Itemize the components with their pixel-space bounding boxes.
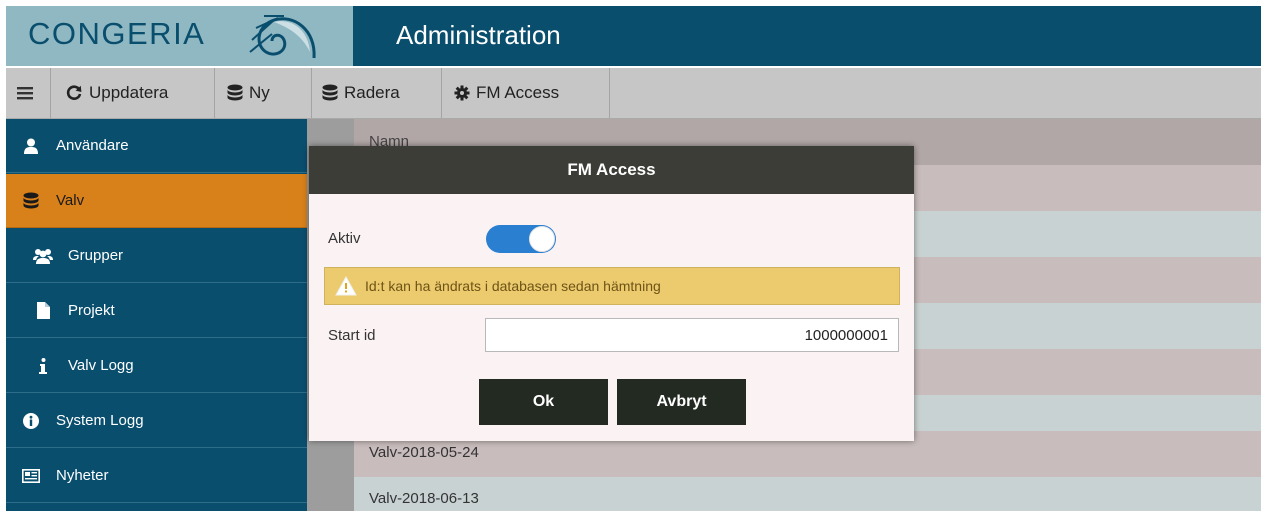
refresh-icon xyxy=(66,85,82,100)
header-bar: CONGERIA Administration xyxy=(6,6,1261,66)
active-toggle[interactable] xyxy=(486,225,556,253)
database-icon xyxy=(20,192,42,210)
table-row[interactable]: Valv-2018-06-13 xyxy=(354,477,1261,511)
file-icon xyxy=(32,302,54,319)
gear-icon xyxy=(454,85,470,101)
logo-text: CONGERIA xyxy=(28,16,206,51)
sidebar-item-vault-log[interactable]: Valv Logg xyxy=(6,339,307,393)
database-icon xyxy=(227,84,243,101)
delete-button[interactable]: Radera xyxy=(312,68,442,118)
fm-access-dialog: FM Access Aktiv Id:t kan ha ändrats i da… xyxy=(309,146,914,441)
hamburger-icon xyxy=(17,87,33,100)
sidebar-item-label: Grupper xyxy=(68,247,124,264)
nautilus-shell-icon xyxy=(249,15,316,59)
page-title: Administration xyxy=(396,20,561,50)
sidebar-item-news[interactable]: Nyheter xyxy=(6,449,307,503)
sidebar-item-system-log[interactable]: System Logg xyxy=(6,394,307,448)
info-circle-icon xyxy=(20,412,42,429)
fm-access-label: FM Access xyxy=(476,83,560,102)
delete-label: Radera xyxy=(344,83,400,102)
warning-icon xyxy=(335,276,357,296)
refresh-label: Uppdatera xyxy=(89,83,169,102)
refresh-button[interactable]: Uppdatera xyxy=(51,68,215,118)
sidebar-item-groups[interactable]: Grupper xyxy=(6,229,307,283)
sidebar-item-label: Användare xyxy=(56,137,129,154)
info-icon xyxy=(32,357,54,374)
database-icon xyxy=(322,84,338,101)
sidebar-item-label: System Logg xyxy=(56,412,144,429)
cancel-button[interactable]: Avbryt xyxy=(617,379,746,425)
sidebar-item-label: Projekt xyxy=(68,302,115,319)
user-icon xyxy=(20,138,42,154)
newspaper-icon xyxy=(20,468,42,483)
sidebar-item-users[interactable]: Användare xyxy=(6,119,307,173)
sidebar-item-label: Valv Logg xyxy=(68,357,134,374)
users-icon xyxy=(32,248,54,264)
new-label: Ny xyxy=(249,83,270,102)
app-window: CONGERIA Administration Uppdatera Ny Rad… xyxy=(6,6,1261,511)
table-cell-name: Valv-2018-06-13 xyxy=(369,490,479,507)
sidebar: Användare Valv Grupper Projekt Valv Logg… xyxy=(6,119,307,511)
sidebar-item-label: Nyheter xyxy=(56,467,109,484)
table-cell-name: Valv-2018-05-24 xyxy=(369,444,479,461)
fm-access-button[interactable]: FM Access xyxy=(442,68,610,118)
start-id-input[interactable] xyxy=(485,318,899,352)
ok-button[interactable]: Ok xyxy=(479,379,608,425)
start-id-label: Start id xyxy=(328,327,376,344)
toggle-knob xyxy=(529,226,555,252)
menu-toggle-button[interactable] xyxy=(6,68,51,118)
warning-text: Id:t kan ha ändrats i databasen sedan hä… xyxy=(365,278,661,294)
sidebar-item-label: Valv xyxy=(56,192,85,209)
active-label: Aktiv xyxy=(328,230,361,247)
sidebar-item-vault[interactable]: Valv xyxy=(6,174,307,228)
warning-banner: Id:t kan ha ändrats i databasen sedan hä… xyxy=(324,267,900,305)
dialog-title: FM Access xyxy=(309,146,914,194)
logo: CONGERIA xyxy=(6,6,353,66)
toolbar: Uppdatera Ny Radera FM Access xyxy=(6,68,1261,119)
new-button[interactable]: Ny xyxy=(215,68,312,118)
sidebar-item-projects[interactable]: Projekt xyxy=(6,284,307,338)
